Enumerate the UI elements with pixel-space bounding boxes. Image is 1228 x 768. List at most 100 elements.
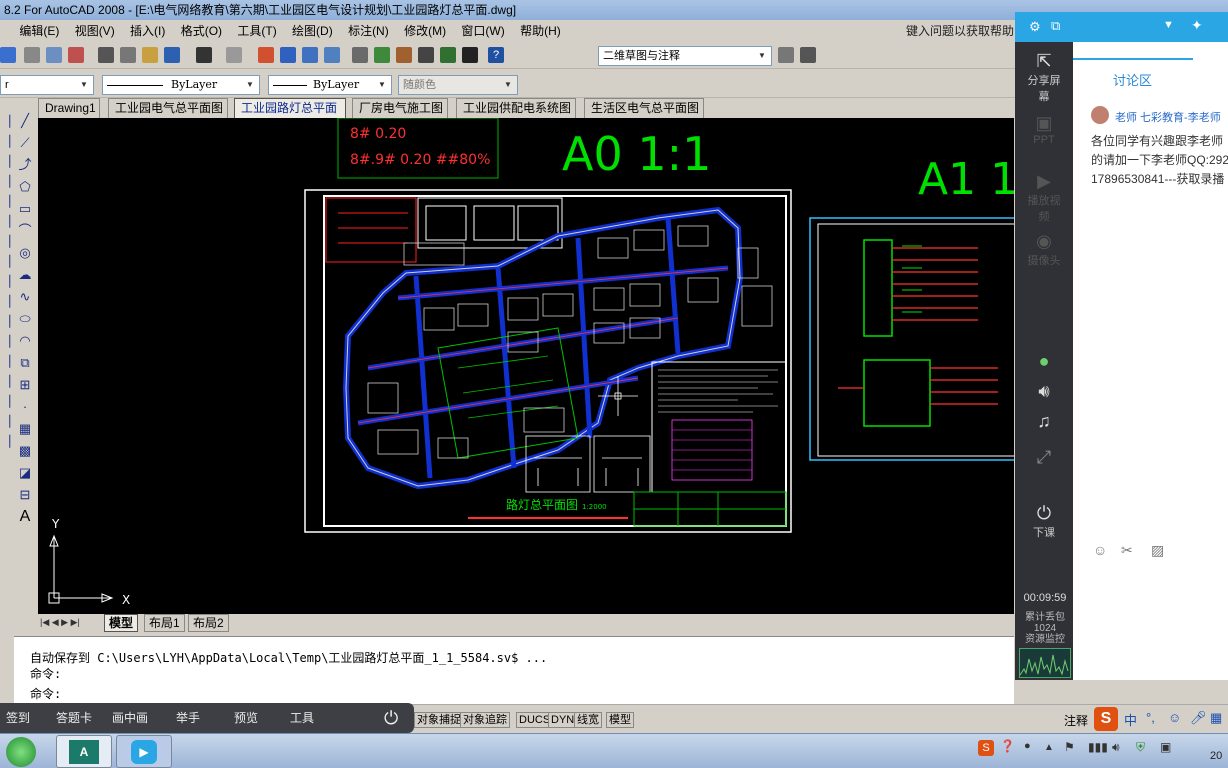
taskbar-autocad-app[interactable]: A: [56, 735, 112, 768]
tray-network-icon[interactable]: ▮▮▮: [1088, 740, 1108, 754]
checkin-button[interactable]: 签到: [6, 703, 30, 733]
tray-flag-icon[interactable]: ⚑: [1064, 740, 1075, 754]
markup-icon[interactable]: [440, 47, 456, 63]
polygon-icon[interactable]: ⬠: [16, 178, 34, 196]
tray-security-icon[interactable]: ⛨: [1136, 740, 1145, 755]
fullscreen-button[interactable]: ⤢: [1025, 446, 1063, 468]
settings-icon[interactable]: ⚙: [1029, 19, 1041, 35]
tray-device-icon[interactable]: ▣: [1160, 740, 1171, 754]
calculator-icon[interactable]: [462, 47, 478, 63]
menu-help[interactable]: 帮助(H): [514, 21, 567, 41]
lineweight-toggle[interactable]: 线宽: [574, 712, 602, 728]
share-screen-button[interactable]: ⇱ 分享屏幕: [1025, 50, 1063, 104]
toolbar-lock-icon[interactable]: [800, 47, 816, 63]
ime-mode[interactable]: 中: [1124, 710, 1137, 729]
tab-living-area-plan[interactable]: 生活区电气总平面图: [584, 98, 704, 118]
tab-factory-construction[interactable]: 厂房电气施工图: [352, 98, 448, 118]
osnap-toggle[interactable]: 对象捕捉: [414, 712, 464, 728]
emoji-icon[interactable]: ☺: [1093, 542, 1107, 558]
menu-edit[interactable]: 编辑(E): [13, 21, 65, 41]
design-center-icon[interactable]: [374, 47, 390, 63]
ellipse-icon[interactable]: ⬭: [16, 310, 34, 328]
properties-icon[interactable]: [352, 47, 368, 63]
tab-layout2[interactable]: 布局2: [188, 614, 229, 632]
dyn-toggle[interactable]: DYN: [548, 712, 578, 728]
raise-hand-button[interactable]: 举手: [176, 703, 200, 733]
region-icon[interactable]: ◪: [16, 464, 34, 482]
popout-icon[interactable]: ⧉: [1051, 18, 1060, 34]
line-icon[interactable]: ╱: [16, 112, 34, 130]
tools-button[interactable]: 工具: [290, 703, 314, 733]
paste-icon[interactable]: [142, 47, 158, 63]
zoom-window-icon[interactable]: [302, 47, 318, 63]
cut-icon[interactable]: [98, 47, 114, 63]
menu-draw[interactable]: 绘图(D): [286, 21, 339, 41]
resource-monitor-label[interactable]: 资源监控: [1019, 634, 1071, 645]
punctuation-icon[interactable]: °,: [1146, 710, 1155, 725]
lineweight-select[interactable]: ByLayer ▼: [268, 75, 392, 95]
pin-icon[interactable]: ✦: [1191, 17, 1203, 34]
plot-preview-icon[interactable]: [46, 47, 62, 63]
ppt-button[interactable]: ▣ PPT: [1025, 112, 1063, 146]
camera-button[interactable]: ◉ 摄像头: [1025, 230, 1063, 268]
emoji-icon[interactable]: ☺: [1168, 710, 1181, 725]
publish-icon[interactable]: [68, 47, 84, 63]
redo-icon[interactable]: [226, 47, 242, 63]
workspace-select[interactable]: 二维草图与注释 ▼: [598, 46, 772, 66]
play-video-button[interactable]: ▶ 播放视频: [1025, 170, 1063, 224]
workspace-settings-icon[interactable]: [778, 47, 794, 63]
menu-window[interactable]: 窗口(W): [455, 21, 510, 41]
point-icon[interactable]: ·: [16, 398, 34, 416]
help-icon[interactable]: ?: [488, 47, 504, 63]
tray-expand-icon[interactable]: ▲: [1044, 742, 1054, 753]
ellipse-arc-icon[interactable]: ◠: [16, 332, 34, 350]
circle-icon[interactable]: ◎: [16, 244, 34, 262]
otrack-toggle[interactable]: 对象追踪: [460, 712, 510, 728]
tab-electrical-master-plan[interactable]: 工业园电气总平面图: [108, 98, 228, 118]
insert-block-icon[interactable]: ⧉: [16, 354, 34, 372]
keyboard-icon[interactable]: ▦: [1210, 710, 1222, 726]
end-class-button[interactable]: ⏻ 下课: [1025, 502, 1063, 540]
picture-in-picture-button[interactable]: 画中画: [112, 703, 148, 733]
microphone-button[interactable]: ●: [1025, 350, 1063, 372]
print-icon[interactable]: [24, 47, 40, 63]
layer-select[interactable]: r ▼: [0, 75, 94, 95]
model-toggle[interactable]: 模型: [606, 712, 634, 728]
speaker-button[interactable]: 🔊︎: [1025, 380, 1063, 402]
drawing-canvas[interactable]: 8# 0.20 8#.9# 0.20 ##80% A0 1:1 A1 1 路灯总…: [38, 118, 1014, 614]
match-properties-icon[interactable]: [164, 47, 180, 63]
menu-view[interactable]: 视图(V): [69, 21, 121, 41]
tray-help-icon[interactable]: ❓: [1000, 739, 1015, 753]
command-window[interactable]: 自动保存到 C:\Users\LYH\AppData\Local\Temp\工业…: [14, 636, 1014, 704]
power-icon[interactable]: ⏻: [384, 703, 398, 733]
tab-model[interactable]: 模型: [104, 614, 139, 632]
hatch-icon[interactable]: ▦: [16, 420, 34, 438]
menu-modify[interactable]: 修改(M): [398, 21, 452, 41]
tab-power-distribution-system[interactable]: 工业园供配电系统图: [456, 98, 576, 118]
chevron-down-icon[interactable]: ▼: [1163, 19, 1174, 31]
tab-layout1[interactable]: 布局1: [144, 614, 185, 632]
menu-insert[interactable]: 插入(I): [124, 21, 171, 41]
zoom-previous-icon[interactable]: [324, 47, 340, 63]
menu-format[interactable]: 格式(O): [175, 21, 228, 41]
music-button[interactable]: ♫: [1025, 410, 1063, 432]
save-icon[interactable]: [0, 47, 16, 63]
tray-qq-icon[interactable]: ●: [1024, 740, 1031, 752]
linetype-select[interactable]: ByLayer ▼: [102, 75, 260, 95]
sogou-ime-icon[interactable]: S: [1094, 707, 1118, 731]
make-block-icon[interactable]: ⊞: [16, 376, 34, 394]
voice-input-icon[interactable]: 🎤︎: [1190, 710, 1207, 726]
scissors-icon[interactable]: ✂: [1121, 542, 1133, 559]
pan-icon[interactable]: [258, 47, 274, 63]
answer-card-button[interactable]: 答题卡: [56, 703, 92, 733]
menu-dimension[interactable]: 标注(N): [342, 21, 395, 41]
polyline-icon[interactable]: ⤴: [16, 156, 34, 174]
table-icon[interactable]: ⊟: [16, 486, 34, 504]
tab-drawing1[interactable]: Drawing1: [38, 98, 100, 118]
rectangle-icon[interactable]: ▭: [16, 200, 34, 218]
tray-volume-icon[interactable]: 🔊︎: [1112, 740, 1120, 755]
preview-button[interactable]: 预览: [234, 703, 258, 733]
multiline-text-icon[interactable]: A: [16, 508, 34, 526]
revcloud-icon[interactable]: ☁: [16, 266, 34, 284]
layout-nav-arrows-icon[interactable]: |◀ ◀ ▶ ▶|: [40, 614, 80, 630]
